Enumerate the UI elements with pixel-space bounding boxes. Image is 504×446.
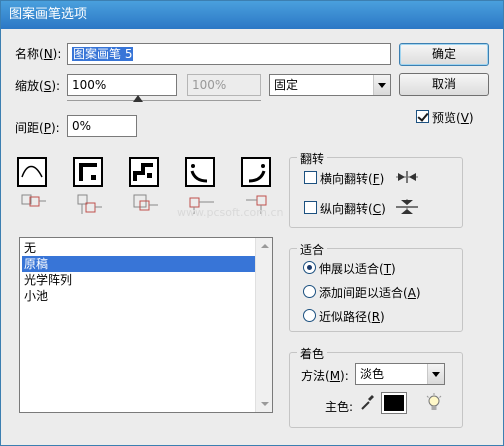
end-icon [248,164,266,183]
list-item[interactable]: 无 [22,240,255,256]
end-tile[interactable] [241,157,271,187]
inner-corner-glyph-icon [133,194,159,219]
scale-mode-value: 固定 [274,78,299,92]
spacing-input[interactable]: 0% [67,115,137,137]
flip-group-title: 翻转 [297,150,328,167]
scroll-up-icon[interactable] [256,238,272,254]
ok-button[interactable]: 确定 [399,43,489,66]
cancel-button[interactable]: 取消 [399,73,489,96]
fit-group-title: 适合 [297,241,328,258]
side-tile[interactable] [17,157,47,187]
flip-horizontal-label: 横向翻转(F) [320,172,385,186]
flip-vertical-icon [394,198,420,219]
name-input[interactable]: 图案画笔 5 [67,43,391,65]
scale-input[interactable]: 100% [67,74,177,96]
scroll-down-icon[interactable] [256,396,272,412]
name-label: 名称(N): [15,47,62,61]
start-tile[interactable] [185,157,215,187]
outer-corner-tile[interactable] [73,157,103,187]
start-icon [190,164,208,183]
colorize-group-title: 着色 [297,345,328,362]
flip-vertical-checkbox[interactable] [304,201,317,214]
scale-slider-track[interactable] [67,100,261,101]
scale-max-input: 100% [187,74,261,96]
inner-corner-icon [133,163,153,181]
scale-label: 缩放(S): [15,79,61,93]
pattern-list[interactable]: 无 原稿 光学阵列 小池 [19,237,273,413]
inner-corner-tile[interactable] [129,157,159,187]
preview-label: 预览(V) [432,111,474,125]
fit-approximate-radio[interactable] [303,309,316,322]
title-bar: 图案画笔选项 [1,1,503,29]
method-select[interactable]: 淡色 [355,363,445,385]
chevron-down-icon[interactable] [427,364,444,384]
fit-add-space-radio[interactable] [303,285,316,298]
chevron-down-icon[interactable] [373,75,390,95]
list-item[interactable]: 光学阵列 [22,272,255,288]
fit-stretch-radio[interactable] [303,261,316,274]
method-value: 淡色 [360,367,385,381]
scale-slider-thumb[interactable] [133,95,143,102]
fit-add-space-label: 添加间距以适合(A) [319,286,421,300]
curve-icon [21,165,43,178]
scale-mode-select[interactable]: 固定 [269,74,391,96]
fit-approximate-label: 近似路径(R) [319,310,385,324]
flip-horizontal-checkbox[interactable] [304,171,317,184]
method-label: 方法(M): [301,369,349,383]
fit-stretch-label: 伸展以适合(T) [319,262,396,276]
eyedropper-icon[interactable] [359,394,375,415]
spacing-label: 间距(P): [15,121,60,135]
watermark-text: www.pcsoft.com.cn [177,206,284,219]
outer-corner-glyph-icon [77,194,103,219]
flip-horizontal-icon [394,170,420,187]
list-item[interactable]: 小池 [22,288,255,304]
dialog-window: 图案画笔选项 名称(N): 图案画笔 5 确定 取消 缩放(S): 100% 1… [0,0,504,446]
preview-checkbox[interactable] [416,110,429,123]
key-color-label: 主色: [325,400,354,414]
lightbulb-icon[interactable] [425,393,443,416]
list-item-selected[interactable]: 原稿 [22,256,255,272]
corner-icon [79,163,97,181]
flip-vertical-label: 纵向翻转(C) [320,202,386,216]
key-color-swatch[interactable] [381,392,407,414]
window-title: 图案画笔选项 [9,7,88,22]
list-scrollbar[interactable] [255,238,272,412]
flip-group [289,157,463,228]
side-tile-glyph-icon [21,194,47,219]
